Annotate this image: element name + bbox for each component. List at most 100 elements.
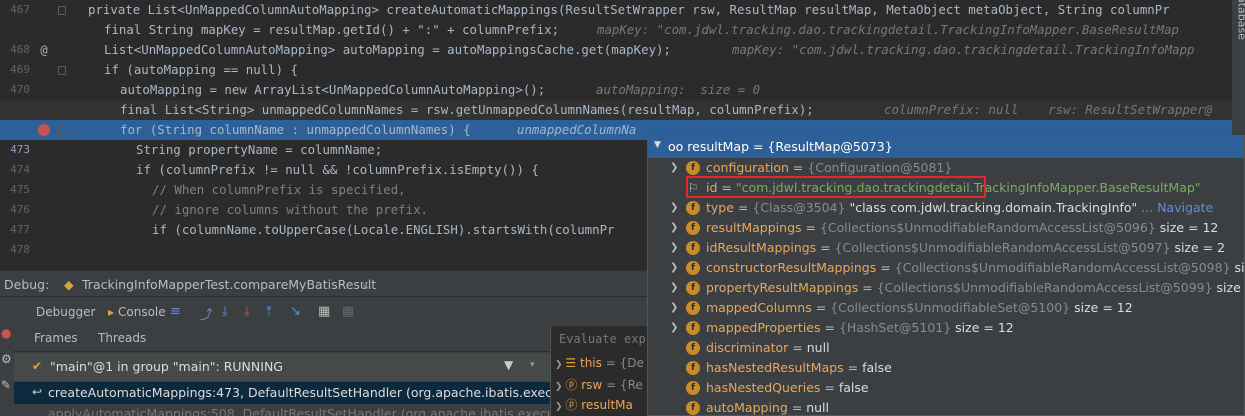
frame-label: applyAutomaticMappings:508, DefaultResul…	[48, 406, 595, 416]
field-name: hasNestedResultMaps	[706, 360, 844, 375]
evaluate-input[interactable]: Evaluate exp	[559, 332, 646, 346]
expand-arrow-icon[interactable]: ❯	[670, 198, 678, 218]
code-comment: // When columnPrefix is specified,	[152, 182, 406, 197]
evaluate-icon[interactable]: ▦	[318, 304, 330, 319]
step-over-icon[interactable]: ⤓	[222, 304, 228, 319]
thread-selector[interactable]: ✔ "main"@1 in group "main": RUNNING ▼ ▾	[14, 353, 550, 381]
popup-header[interactable]: ▼ oo resultMap = {ResultMap@5073}	[648, 136, 1244, 158]
show-execution-point-icon[interactable]: ⤴	[200, 304, 213, 323]
fold-icon[interactable]	[58, 66, 66, 75]
view-breakpoints-icon[interactable]: ●	[1, 326, 11, 340]
field-ref: {Collections$UnmodifiableRandomAccessLis…	[894, 260, 1231, 275]
trace-icon[interactable]: ▦	[342, 304, 354, 319]
frames-tab[interactable]: Frames	[34, 331, 78, 345]
field-row-type[interactable]: ❯ f type = {Class@3504} "class com.jdwl.tr…	[648, 198, 1244, 218]
frames-tabs: Frames Threads	[14, 326, 550, 352]
step-out-icon[interactable]: ⤒	[266, 304, 272, 319]
chevron-down-icon[interactable]: ▼	[654, 140, 661, 150]
field-icon: f	[686, 361, 700, 375]
run-to-cursor-icon[interactable]: ↘	[290, 304, 301, 319]
menu-icon[interactable]: ≡	[170, 304, 181, 319]
force-step-into-icon[interactable]: ⤓	[244, 304, 250, 319]
variable-value: = {De	[605, 356, 644, 370]
equals-sign: =	[820, 380, 839, 395]
fold-icon[interactable]	[58, 126, 66, 135]
variable-row[interactable]: ❯ ⓟ rsw = {Re	[555, 376, 643, 393]
code-line[interactable]: 470 if (autoMapping == null) {	[0, 60, 1232, 96]
expand-arrow-icon[interactable]: ❯	[670, 278, 678, 298]
code-text: private List<UnMappedColumnAutoMapping> …	[88, 2, 1170, 17]
field-row-autoMapping[interactable]: f autoMapping = null	[648, 398, 1244, 415]
size-label: size = 12	[1159, 220, 1219, 235]
debugger-tab[interactable]: Debugger	[36, 305, 95, 319]
variable-row[interactable]: ❯ ⓟ resultMa	[555, 396, 633, 413]
debugger-toolbar: Debugger ▸ Console ≡ ⤴ ⤓ ⤓ ⤒ ↘ ▦ ▦	[0, 296, 650, 326]
field-row-mappedColumns[interactable]: ❯ f mappedColumns = {Collections$Unmodifia…	[648, 298, 1244, 318]
database-tab[interactable]: Database	[1235, 0, 1245, 40]
filter-icon[interactable]: ▼	[504, 358, 513, 372]
code-line[interactable]: 472 final List<String> unmappedColumnNam…	[0, 100, 1232, 136]
field-ref: {Collections$UnmodifiableSet@5100}	[830, 300, 1071, 315]
field-row-hasNestedQueries[interactable]: f hasNestedQueries = false	[648, 378, 1244, 398]
field-row-discriminator[interactable]: f discriminator = null	[648, 338, 1244, 358]
popup-title: oo resultMap = {ResultMap@5073}	[668, 139, 893, 154]
field-value: null	[806, 340, 830, 355]
field-value: null	[806, 400, 829, 415]
console-tab[interactable]: Console	[118, 305, 166, 319]
close-icon[interactable]: ×	[360, 277, 370, 292]
field-row-constructorResultMappings[interactable]: ❯ f constructorResultMappings = {Collectio…	[648, 258, 1244, 278]
expand-arrow-icon[interactable]: ❯	[670, 238, 678, 258]
equals-sign: =	[733, 200, 753, 215]
code-line[interactable]: 469 List<UnMappedColumnAutoMapping> auto…	[0, 40, 1232, 76]
expand-arrow-icon[interactable]: ❯	[670, 318, 678, 338]
code-text: if (columnName.toUpperCase(Locale.ENGLIS…	[152, 222, 615, 237]
debug-label: Debug:	[4, 277, 50, 292]
field-row-propertyResultMappings[interactable]: ❯ f propertyResultMappings = {Collections$…	[648, 278, 1244, 298]
code-line[interactable]: 468 final String mapKey = resultMap.getI…	[0, 20, 1232, 56]
code-line[interactable]: 467 @ private List<UnMappedColumnAutoMap…	[0, 0, 1232, 57]
equals-sign: =	[820, 320, 839, 335]
fold-icon[interactable]	[58, 6, 66, 15]
settings-icon[interactable]: ⚙	[1, 352, 12, 366]
field-icon: f	[686, 301, 700, 315]
field-row-resultMappings[interactable]: ❯ f resultMappings = {Collections$Unmodifi…	[648, 218, 1244, 238]
navigate-link[interactable]: Navigate	[1157, 200, 1213, 215]
field-row-idResultMappings[interactable]: ❯ f idResultMappings = {Collections$Unmodi…	[648, 238, 1244, 258]
field-icon: f	[686, 281, 700, 295]
thread-label: "main"@1 in group "main": RUNNING	[50, 359, 283, 374]
breakpoint-icon[interactable]	[38, 124, 50, 136]
field-name: hasNestedQueries	[706, 380, 821, 395]
field-icon: f	[686, 241, 700, 255]
variables-panel: Evaluate exp ❯ ☰ this = {De ❯ ⓟ rsw = {R…	[550, 326, 650, 416]
field-row-hasNestedResultMaps[interactable]: f hasNestedResultMaps = false	[648, 358, 1244, 378]
variable-name: this	[579, 356, 602, 370]
line-number: 467	[10, 3, 30, 16]
size-label: size = 12	[955, 320, 1014, 335]
variable-row[interactable]: ❯ ☰ this = {De	[555, 356, 644, 370]
field-icon: f	[686, 221, 700, 235]
expand-arrow-icon[interactable]: ❯	[670, 258, 678, 278]
expand-arrow-icon[interactable]: ❯	[670, 298, 678, 318]
chevron-down-icon[interactable]: ▾	[530, 360, 535, 370]
field-row-configuration[interactable]: ❯ f configuration = {Configuration@5081}	[648, 158, 1244, 178]
field-icon: f	[686, 401, 700, 415]
stack-frame[interactable]: applyAutomaticMappings:508, DefaultResul…	[14, 404, 594, 416]
code-text: final List<String> unmappedColumnNames =…	[120, 102, 814, 117]
equals-sign: =	[843, 360, 863, 375]
wrench-icon[interactable]: ✎	[1, 378, 11, 392]
debug-session-tab[interactable]: TrackingInfoMapperTest.compareMyBatisRes…	[82, 277, 376, 292]
stack-frame-selected[interactable]: ↩ createAutomaticMappings:473, DefaultRe…	[14, 382, 600, 404]
field-icon: f	[686, 321, 700, 335]
expand-arrow-icon[interactable]: ❯	[670, 218, 678, 238]
field-ref: {HashSet@5101}	[838, 320, 952, 335]
equals-sign: =	[788, 160, 808, 175]
code-text: autoMapping = new ArrayList<UnMappedColu…	[120, 82, 546, 97]
inline-value-hint: columnPrefix: null rsw: ResultSetWrapper…	[884, 102, 1213, 117]
field-row-mappedProperties[interactable]: ❯ f mappedProperties = {HashSet@5101} size…	[648, 318, 1244, 338]
expand-arrow-icon[interactable]: ❯	[670, 158, 678, 178]
debug-tool-window-header: Debug: ◆ TrackingInfoMapperTest.compareM…	[0, 270, 650, 296]
threads-tab[interactable]: Threads	[98, 331, 146, 345]
code-line[interactable]: 471 autoMapping = new ArrayList<UnMapped…	[0, 80, 1232, 116]
line-number: 478	[10, 243, 30, 256]
size-label: size = 12	[1074, 300, 1133, 315]
